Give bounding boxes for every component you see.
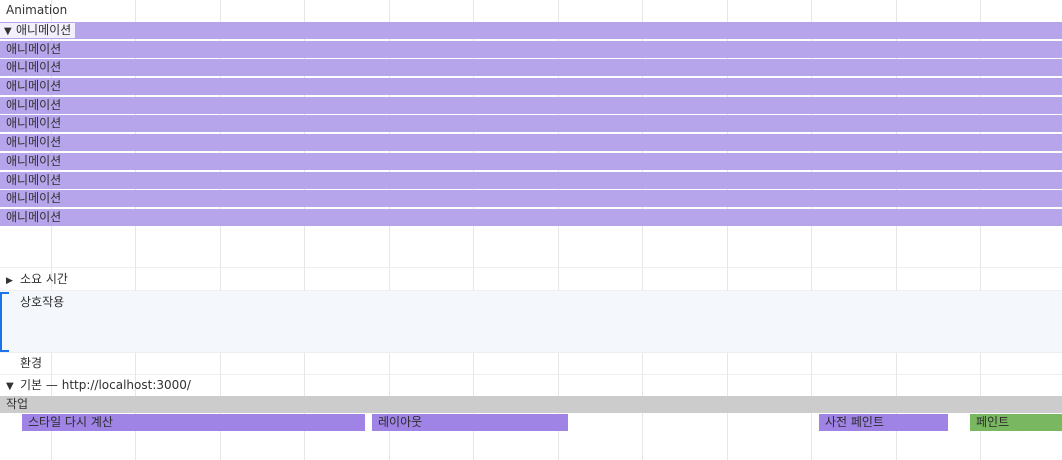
task-bar[interactable]: 작업: [0, 396, 1062, 413]
duration-label: 소요 시간: [20, 272, 68, 286]
interactions-label: 상호작용: [20, 295, 65, 309]
duration-section[interactable]: ▶ 소요 시간: [0, 267, 1062, 290]
animation-item[interactable]: 애니메이션: [0, 152, 1062, 170]
triangle-down-icon[interactable]: ▼: [6, 379, 18, 395]
pre-paint-block[interactable]: 사전 페인트: [819, 414, 948, 431]
animation-item[interactable]: 애니메이션: [0, 190, 1062, 208]
main-thread-label: 기본 — http://localhost:3000/: [20, 378, 191, 392]
animation-group-header[interactable]: ▼ 애니메이션: [0, 22, 1062, 39]
duration-header[interactable]: ▶ 소요 시간: [6, 271, 68, 289]
environment-section: 환경: [0, 352, 1062, 374]
main-thread-header[interactable]: ▼ 기본 — http://localhost:3000/: [6, 377, 191, 395]
task-label: 작업: [6, 397, 29, 411]
animation-group-tag[interactable]: ▼ 애니메이션: [0, 23, 76, 39]
main-thread-section[interactable]: ▼ 기본 — http://localhost:3000/: [0, 374, 1062, 396]
animation-item[interactable]: 애니메이션: [0, 208, 1062, 226]
animation-item[interactable]: 애니메이션: [0, 40, 1062, 58]
triangle-right-icon[interactable]: ▶: [6, 273, 18, 289]
animation-item[interactable]: 애니메이션: [0, 96, 1062, 114]
animation-item[interactable]: 애니메이션: [0, 115, 1062, 133]
interactions-track[interactable]: 상호작용: [0, 290, 1062, 352]
paint-block[interactable]: 페인트: [970, 414, 1062, 431]
animation-item[interactable]: 애니메이션: [0, 59, 1062, 77]
environment-label: 환경: [20, 356, 43, 370]
recalculate-style-block[interactable]: 스타일 다시 계산: [22, 414, 365, 431]
animation-track-group: ▼ 애니메이션 애니메이션 애니메이션 애니메이션 애니메이션 애니메이션 애니메…: [0, 22, 1062, 228]
animation-item[interactable]: 애니메이션: [0, 171, 1062, 189]
layout-block[interactable]: 레이아웃: [372, 414, 568, 431]
panel-title: Animation: [6, 3, 68, 17]
animation-group-label: 애니메이션: [16, 23, 72, 37]
animation-item[interactable]: 애니메이션: [0, 78, 1062, 96]
interactions-bracket: [0, 292, 9, 352]
triangle-down-icon[interactable]: ▼: [4, 24, 16, 39]
animation-item[interactable]: 애니메이션: [0, 134, 1062, 152]
